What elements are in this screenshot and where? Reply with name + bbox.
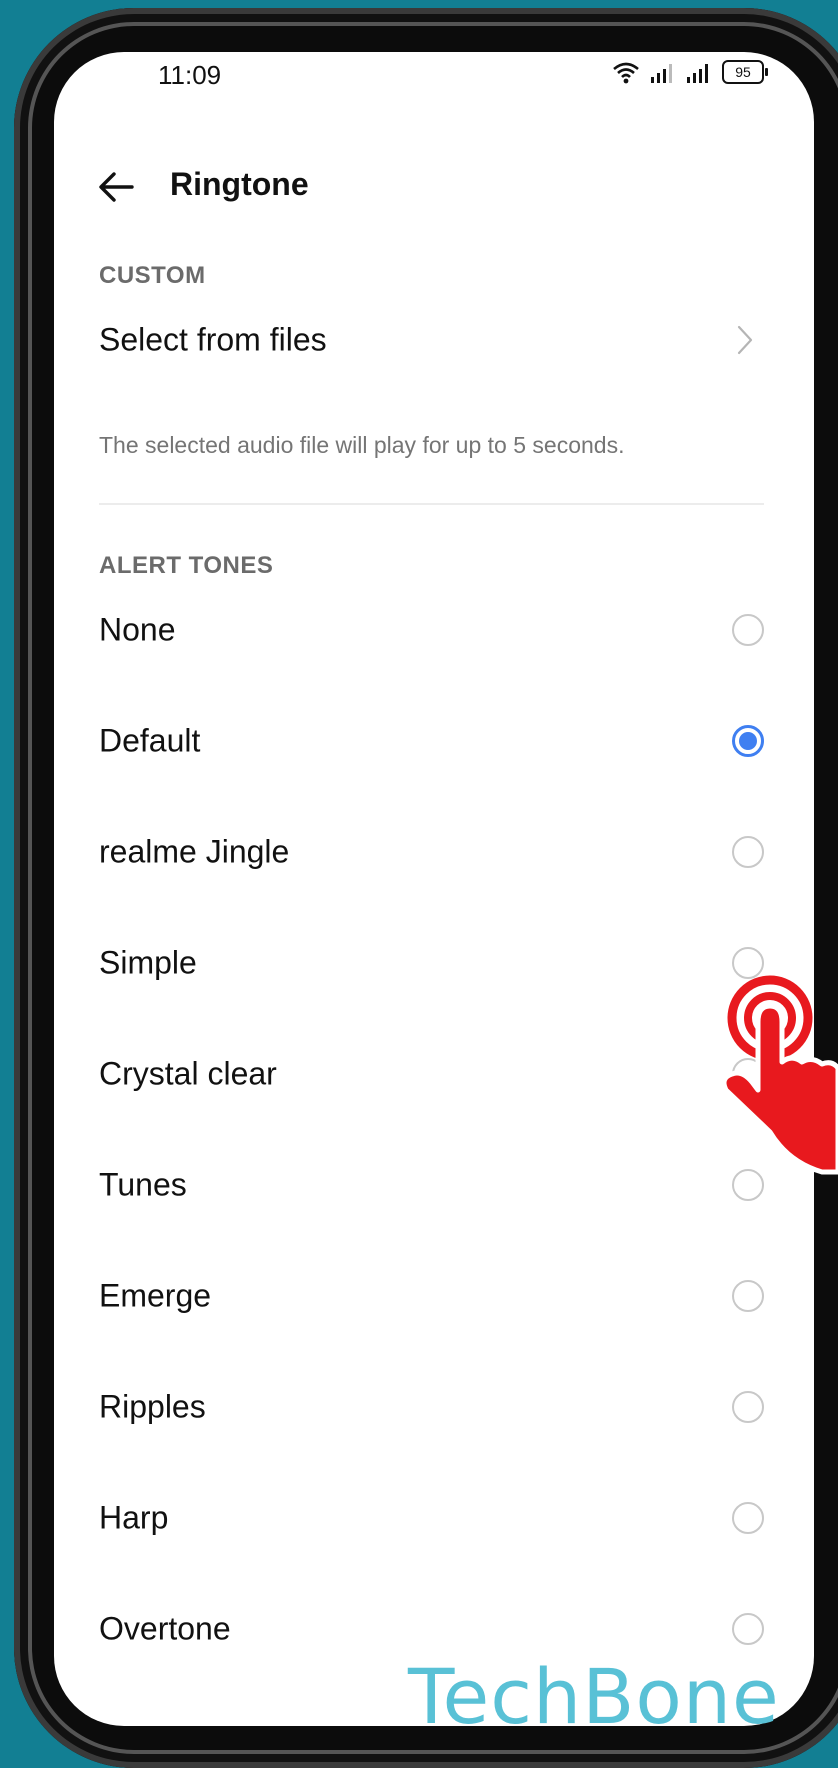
- tone-row-emerge[interactable]: Emerge: [54, 1256, 814, 1336]
- tone-label: Simple: [99, 944, 197, 981]
- status-icons: 95: [612, 60, 768, 84]
- select-from-files-row[interactable]: Select from files: [54, 300, 814, 380]
- radio-button-selected[interactable]: [732, 725, 764, 757]
- tone-label: Overtone: [99, 1610, 231, 1647]
- phone-screen: 11:09 95 Ringtone CUSTOM Select from fil…: [54, 52, 814, 1726]
- tone-row-tunes[interactable]: Tunes: [54, 1145, 814, 1225]
- tone-label: Crystal clear: [99, 1055, 277, 1092]
- tone-label: None: [99, 611, 176, 648]
- tone-row-default[interactable]: Default: [54, 701, 814, 781]
- chevron-right-icon: [737, 325, 753, 355]
- page-title: Ringtone: [170, 166, 309, 202]
- tone-row-realme-jingle[interactable]: realme Jingle: [54, 812, 814, 892]
- radio-button[interactable]: [732, 1613, 764, 1645]
- signal-icon-2: [687, 64, 708, 83]
- section-label-alert-tones: ALERT TONES: [99, 552, 274, 579]
- tone-label: Emerge: [99, 1277, 212, 1314]
- battery-icon: 95: [722, 60, 768, 84]
- status-bar: 11:09 95: [54, 52, 814, 112]
- tone-row-crystal-clear[interactable]: Crystal clear: [54, 1034, 814, 1114]
- header: Ringtone: [54, 152, 814, 232]
- divider: [99, 503, 764, 505]
- select-from-files-label: Select from files: [99, 321, 327, 358]
- tone-label: Default: [99, 722, 201, 759]
- tone-row-ripples[interactable]: Ripples: [54, 1367, 814, 1447]
- helper-text: The selected audio file will play for up…: [99, 432, 625, 458]
- tone-label: Harp: [99, 1499, 169, 1536]
- signal-icon: [651, 64, 672, 83]
- section-label-custom: CUSTOM: [99, 262, 206, 289]
- back-arrow-icon[interactable]: [92, 162, 142, 212]
- tone-label: Tunes: [99, 1166, 187, 1203]
- tap-hand-icon: [721, 975, 838, 1175]
- tone-row-harp[interactable]: Harp: [54, 1478, 814, 1558]
- radio-button[interactable]: [732, 614, 764, 646]
- radio-button[interactable]: [732, 1502, 764, 1534]
- tone-label: Ripples: [99, 1388, 206, 1425]
- tone-row-none[interactable]: None: [54, 590, 814, 670]
- status-time: 11:09: [158, 60, 222, 90]
- watermark-logo: TechBone: [408, 1652, 780, 1741]
- radio-button[interactable]: [732, 1391, 764, 1423]
- radio-button[interactable]: [732, 836, 764, 868]
- tone-row-simple[interactable]: Simple: [54, 923, 814, 1003]
- radio-button[interactable]: [732, 1280, 764, 1312]
- tone-label: realme Jingle: [99, 833, 290, 870]
- wifi-icon: [613, 62, 639, 84]
